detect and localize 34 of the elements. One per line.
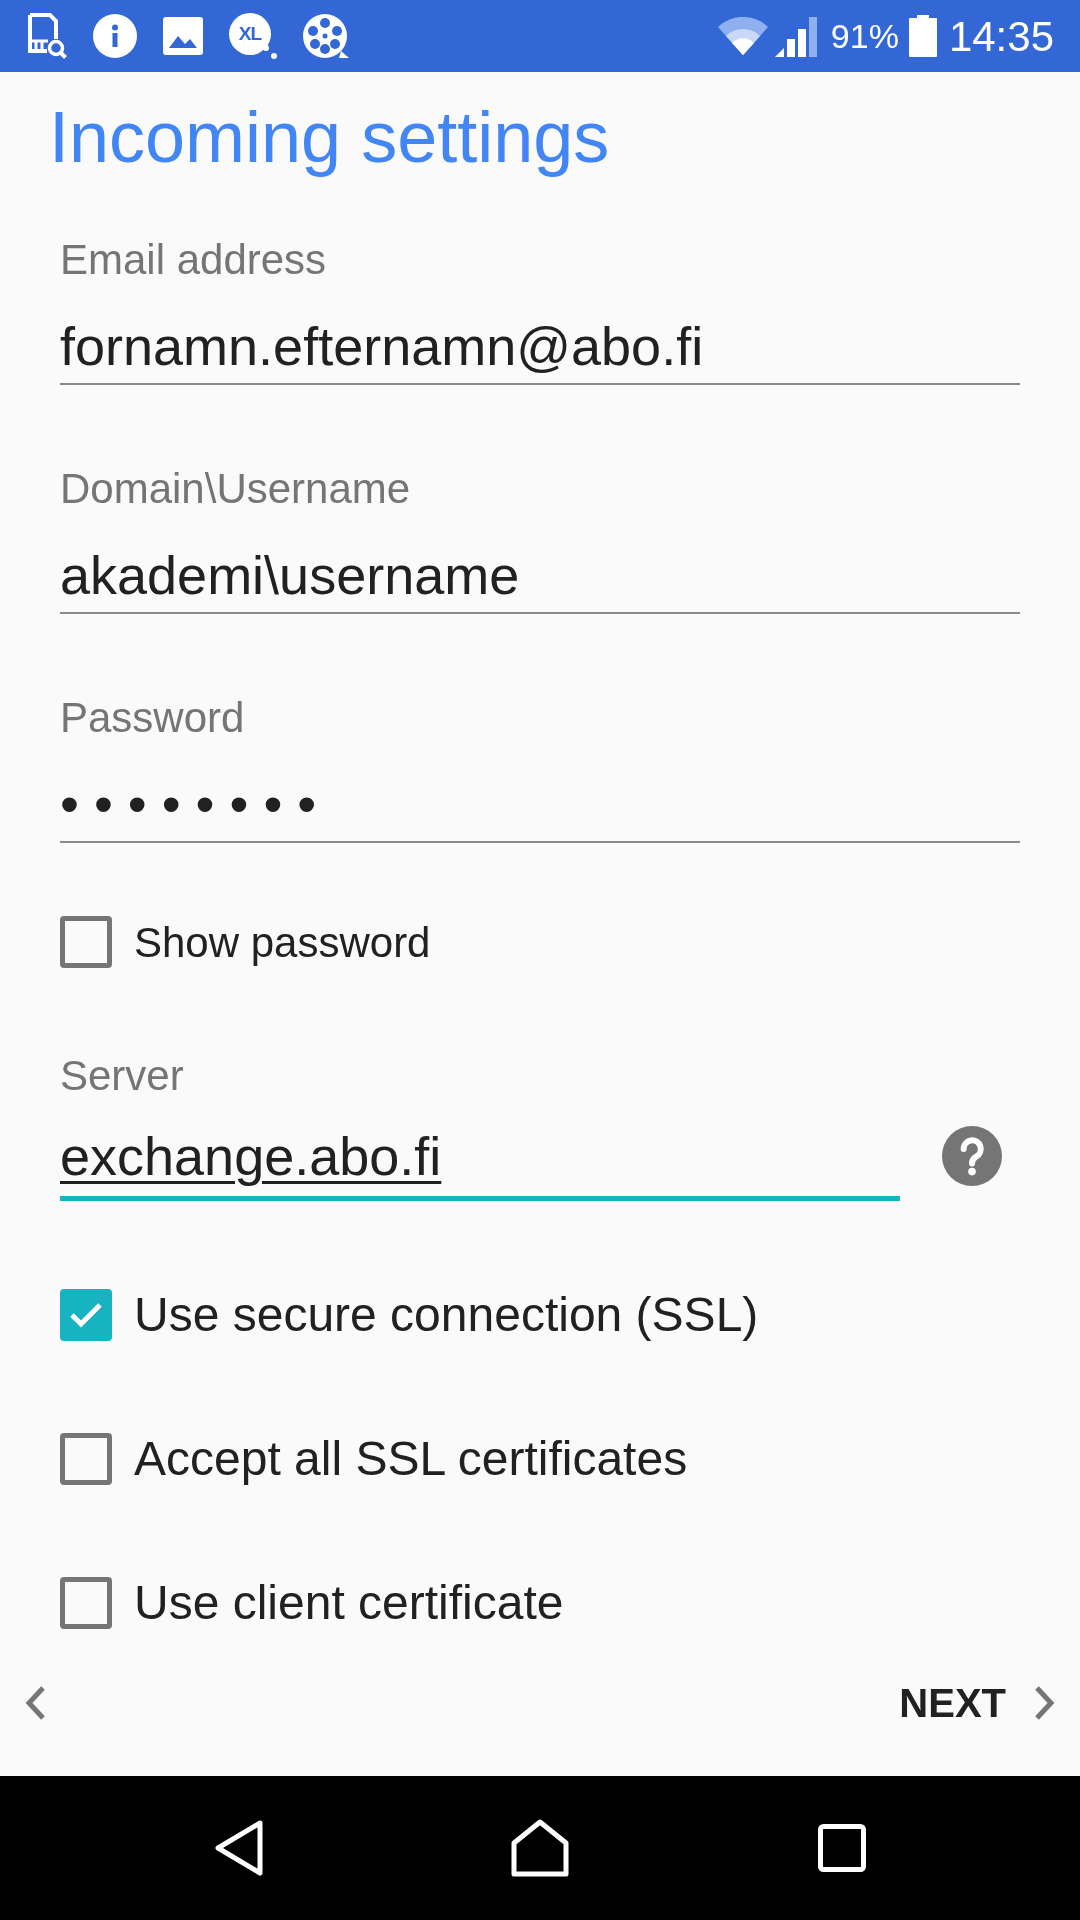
- checkbox-label[interactable]: Show password: [134, 910, 431, 974]
- checkbox[interactable]: [60, 1577, 112, 1629]
- chevron-right-icon: [1033, 1685, 1056, 1721]
- help-icon[interactable]: [942, 1126, 1002, 1186]
- home-icon[interactable]: [511, 1819, 569, 1877]
- checkbox[interactable]: [60, 916, 112, 968]
- field-label: Email address: [60, 235, 328, 285]
- input-field[interactable]: fornamn.efternamn@abo.fi: [60, 285, 1020, 385]
- field-label: Server: [60, 1051, 185, 1101]
- checkbox-label[interactable]: Use client certificate: [134, 1567, 564, 1639]
- storage-search-icon: [27, 13, 67, 59]
- checkbox-label[interactable]: Accept all SSL certificates: [134, 1423, 688, 1495]
- wifi-icon: [717, 17, 768, 55]
- info-icon: [93, 14, 137, 58]
- back-icon[interactable]: [214, 1820, 264, 1876]
- next-button[interactable]: NEXT: [899, 1673, 1056, 1733]
- dots-icon: [263, 45, 277, 59]
- input-field[interactable]: akademi\username: [60, 514, 1020, 614]
- recents-icon[interactable]: [818, 1824, 866, 1872]
- checkbox[interactable]: [60, 1289, 112, 1341]
- checkbox-label[interactable]: Use secure connection (SSL): [134, 1279, 759, 1351]
- input-field[interactable]: ••••••••: [60, 743, 1020, 843]
- chevron-left-icon[interactable]: [24, 1685, 47, 1721]
- screen-title: Incoming settings: [49, 96, 611, 179]
- image-icon: [163, 17, 203, 55]
- battery-percentage: 91%: [830, 15, 899, 57]
- input-field[interactable]: exchange.abo.fi: [60, 1101, 900, 1201]
- field-label: Domain\Username: [60, 464, 412, 514]
- clock-time: 14:35: [948, 11, 1054, 62]
- checkbox[interactable]: [60, 1433, 112, 1485]
- film-reel-icon: [303, 13, 351, 59]
- battery-icon: [908, 15, 937, 57]
- signal-icon: [774, 15, 817, 57]
- field-label: Password: [60, 693, 246, 743]
